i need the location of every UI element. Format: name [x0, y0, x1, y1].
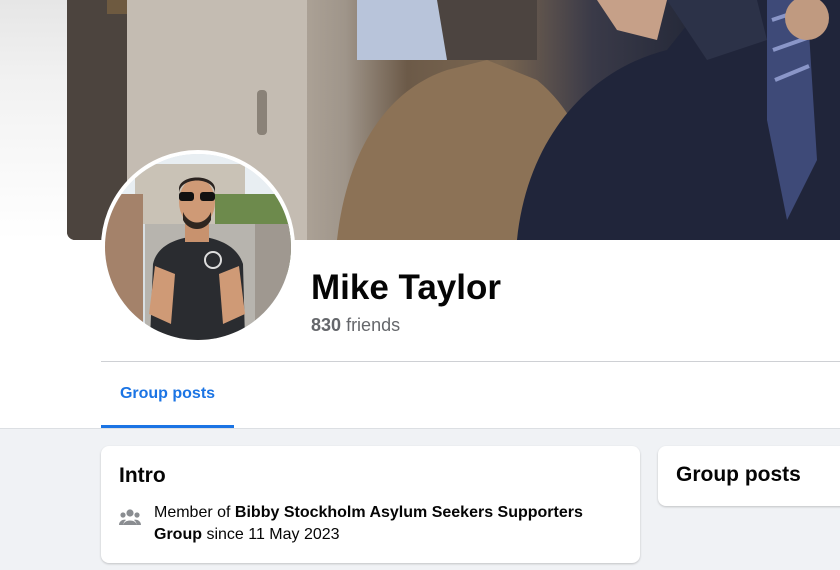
profile-picture[interactable] — [101, 150, 295, 344]
membership-suffix: since 11 May 2023 — [202, 526, 340, 543]
group-posts-title: Group posts — [676, 463, 801, 486]
tab-label: Group posts — [119, 384, 216, 402]
group-icon — [119, 509, 141, 525]
membership-prefix: Member of — [154, 504, 235, 521]
friends-label: friends — [346, 315, 401, 335]
intro-title: Intro — [119, 464, 166, 487]
intro-card: Intro Member of Bibby Stockholm Asylum S… — [101, 446, 640, 563]
group-posts-card: Group posts — [658, 446, 840, 506]
tab-group-posts[interactable]: Group posts — [101, 362, 234, 428]
avatar — [105, 154, 291, 340]
profile-name: Mike Taylor — [311, 268, 501, 307]
friends-count[interactable]: 830 friends — [311, 315, 400, 336]
friends-number: 830 — [311, 315, 342, 335]
page-side-background — [0, 0, 67, 240]
group-membership-text: Member of Bibby Stockholm Asylum Seekers… — [154, 502, 624, 546]
